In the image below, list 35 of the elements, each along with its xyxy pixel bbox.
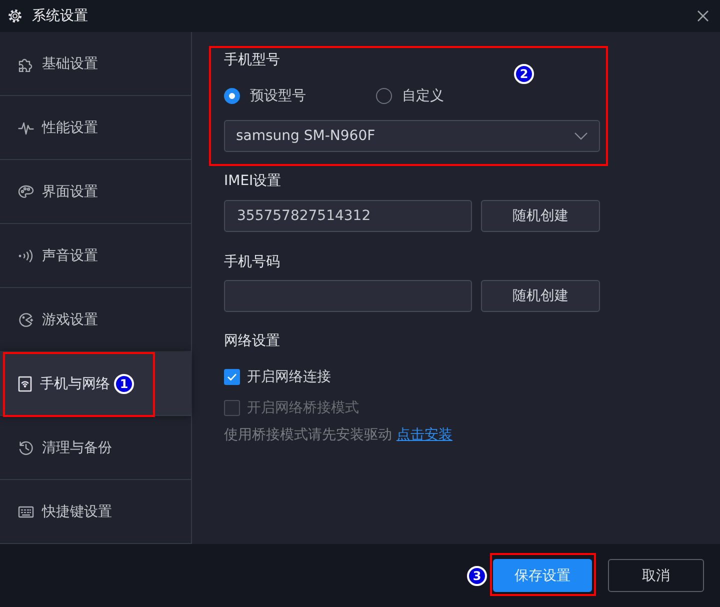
radio-button[interactable] [224, 88, 240, 104]
checkmark-icon [227, 373, 237, 381]
radio-label[interactable]: 预设型号 [250, 86, 306, 106]
sidebar-item[interactable]: 手机与网络 1 [0, 352, 191, 416]
checkbox-label[interactable]: 开启网络连接 [247, 367, 331, 387]
radio-label[interactable]: 自定义 [402, 86, 444, 106]
pacman-icon [18, 312, 34, 328]
checkbox-label: 开启网络桥接模式 [247, 399, 359, 418]
field-label: IMEI设置 [224, 172, 282, 191]
history-icon [18, 440, 34, 456]
chevron-down-icon [574, 132, 588, 140]
field-label: 手机号码 [224, 253, 281, 272]
close-icon[interactable] [697, 10, 709, 22]
pulse-icon [18, 120, 34, 136]
text-field[interactable] [224, 280, 472, 312]
step-number-badge: 3 [467, 566, 487, 586]
step-number-badge: 1 [114, 374, 134, 394]
checkbox[interactable] [224, 369, 240, 385]
generate-button[interactable]: 随机创建 [481, 280, 600, 312]
palette-icon [18, 184, 34, 200]
radio-button[interactable] [376, 88, 392, 104]
section-title: 手机型号 [224, 51, 281, 70]
keyboard-icon [18, 504, 34, 520]
phone-wifi-icon [18, 376, 32, 392]
generate-button[interactable]: 随机创建 [481, 200, 600, 232]
section-title: 网络设置 [224, 332, 281, 351]
window-title: 系统设置 [32, 7, 88, 26]
install-link[interactable]: 点击安装 [396, 427, 452, 443]
model-dropdown[interactable]: samsung SM-N960F [224, 120, 600, 152]
hint-text: 使用桥接模式请先安装驱动 点击安装 [224, 426, 454, 445]
cancel-button[interactable]: 取消 [608, 559, 704, 592]
text-field[interactable]: 355757827514312 [224, 200, 472, 232]
sound-wave-icon [18, 248, 34, 264]
step-number-badge: 2 [514, 64, 534, 84]
settings-icon [8, 9, 22, 23]
